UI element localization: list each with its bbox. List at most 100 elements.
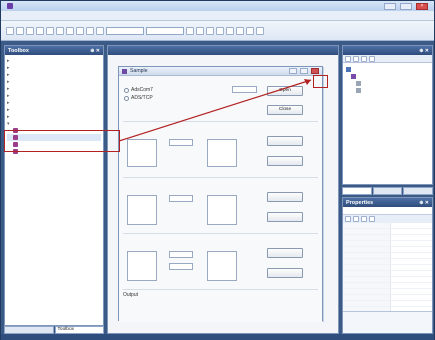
- toolbox-section[interactable]: ▸: [7, 64, 101, 71]
- document-tab[interactable]: [108, 46, 338, 55]
- properties-toolbar: [343, 215, 432, 223]
- ide-window: × Toolbox ⊕ ✕ ▸ ▸ ▸ ▸ ▸ ▸ ▸ ▸ ▸ ▾ Toolbo…: [0, 0, 435, 340]
- find-icon[interactable]: [186, 26, 194, 35]
- callout-form-highlight: [313, 75, 328, 88]
- open-icon[interactable]: [16, 26, 24, 35]
- tree-item[interactable]: [346, 66, 429, 73]
- solution-icon: [346, 67, 351, 72]
- refresh-icon[interactable]: [361, 55, 367, 62]
- properties-icon[interactable]: [345, 55, 351, 62]
- close-button[interactable]: ×: [416, 2, 428, 10]
- radio-ads-com[interactable]: AdsCom7: [124, 87, 153, 93]
- pin-icon[interactable]: ⊕ ✕: [90, 48, 100, 54]
- save-all-icon[interactable]: [36, 26, 44, 35]
- toolbox-section[interactable]: ▸: [7, 106, 101, 113]
- layout-icon[interactable]: [246, 26, 254, 35]
- copy-icon[interactable]: [56, 26, 64, 35]
- toolbox-section[interactable]: ▸: [7, 71, 101, 78]
- block-read-button[interactable]: [267, 192, 303, 202]
- read-value-button[interactable]: [267, 268, 303, 278]
- alphabetical-icon[interactable]: [353, 216, 359, 222]
- logical-name-field[interactable]: [232, 86, 257, 93]
- file-icon: [356, 88, 361, 93]
- block-list-1[interactable]: [127, 195, 157, 225]
- properties-title: Properties: [346, 199, 374, 206]
- write-field-2[interactable]: [169, 251, 193, 258]
- block-field-2[interactable]: [169, 195, 193, 202]
- read-button[interactable]: [267, 136, 303, 146]
- align-icon[interactable]: [236, 26, 244, 35]
- toolbox-section[interactable]: ▾: [7, 120, 101, 127]
- radio-ads-tcp[interactable]: ADS/TCP: [124, 95, 153, 101]
- undo-icon[interactable]: [76, 26, 84, 35]
- tab-server-explorer[interactable]: [4, 326, 54, 334]
- configuration-select[interactable]: [106, 26, 144, 35]
- start-icon[interactable]: [96, 26, 104, 35]
- cut-icon[interactable]: [46, 26, 54, 35]
- solution-explorer-panel: ⊕ ✕: [342, 45, 433, 185]
- toolbox-section[interactable]: ▸: [7, 57, 101, 64]
- save-icon[interactable]: [26, 26, 34, 35]
- block-write-button[interactable]: [267, 212, 303, 222]
- write-list-1[interactable]: [127, 251, 157, 281]
- expand-icon: ▸: [7, 57, 10, 64]
- platform-select[interactable]: [146, 26, 184, 35]
- sample-form: Sample AdsCom7 ADS/TCP Open Close Output: [118, 66, 323, 322]
- maximize-button[interactable]: [400, 2, 412, 10]
- transfer-list-3[interactable]: [207, 139, 237, 167]
- write-field-3[interactable]: [169, 263, 193, 270]
- pin-icon[interactable]: ⊕ ✕: [419, 200, 429, 206]
- view-code-icon[interactable]: [369, 55, 375, 62]
- tab-class-view[interactable]: [372, 187, 403, 195]
- events-icon[interactable]: [369, 216, 375, 222]
- form-title-bar: Sample: [119, 67, 322, 76]
- form-maximize-button[interactable]: [300, 68, 308, 74]
- toolbox-section[interactable]: ▸: [7, 78, 101, 85]
- solution-explorer-icon[interactable]: [196, 26, 204, 35]
- form-icon: [122, 68, 127, 74]
- toolbox-title: Toolbox: [8, 47, 29, 54]
- toolbox-section[interactable]: ▸: [7, 85, 101, 92]
- toolbox-section[interactable]: ▸: [7, 92, 101, 99]
- close-connection-button[interactable]: Close: [267, 105, 303, 115]
- paste-icon[interactable]: [66, 26, 74, 35]
- form-close-button[interactable]: [311, 68, 319, 74]
- property-target-select[interactable]: [343, 207, 432, 215]
- transfer-field-2[interactable]: [169, 139, 193, 146]
- section-divider: [123, 289, 318, 290]
- tab-resource-view[interactable]: [403, 187, 434, 195]
- solution-tree: [343, 63, 432, 97]
- tree-item[interactable]: [346, 87, 429, 94]
- pin-icon[interactable]: ⊕ ✕: [419, 48, 429, 54]
- toolbox-section[interactable]: ▸: [7, 113, 101, 120]
- tree-item[interactable]: [346, 73, 429, 80]
- show-all-files-icon[interactable]: [353, 55, 359, 62]
- write-button[interactable]: [267, 156, 303, 166]
- transfer-list-1[interactable]: [127, 139, 157, 167]
- tab-solution-explorer[interactable]: [342, 187, 372, 195]
- redo-icon[interactable]: [86, 26, 94, 35]
- block-list-3[interactable]: [207, 195, 237, 225]
- form-title: Sample: [130, 68, 148, 74]
- order-icon[interactable]: [256, 26, 264, 35]
- properties-panel: Properties ⊕ ✕: [342, 197, 433, 334]
- toolbox-icon[interactable]: [216, 26, 224, 35]
- minimize-button[interactable]: [384, 2, 396, 10]
- properties-icon[interactable]: [361, 216, 367, 222]
- write-value-button[interactable]: [267, 248, 303, 258]
- format-icon[interactable]: [226, 26, 234, 35]
- open-button[interactable]: Open: [267, 86, 303, 96]
- categorized-icon[interactable]: [345, 216, 351, 222]
- properties-icon[interactable]: [206, 26, 214, 35]
- new-project-icon[interactable]: [6, 26, 14, 35]
- file-icon: [356, 81, 361, 86]
- status-bar: [1, 334, 434, 340]
- form-minimize-button[interactable]: [289, 68, 297, 74]
- main-toolbar: [1, 21, 434, 41]
- toolbox-section[interactable]: ▸: [7, 99, 101, 106]
- write-list-3[interactable]: [207, 251, 237, 281]
- expand-icon: ▸: [7, 71, 10, 78]
- tab-toolbox[interactable]: Toolbox: [54, 326, 104, 334]
- tree-item[interactable]: [346, 80, 429, 87]
- toolbox-header: Toolbox ⊕ ✕: [5, 46, 103, 55]
